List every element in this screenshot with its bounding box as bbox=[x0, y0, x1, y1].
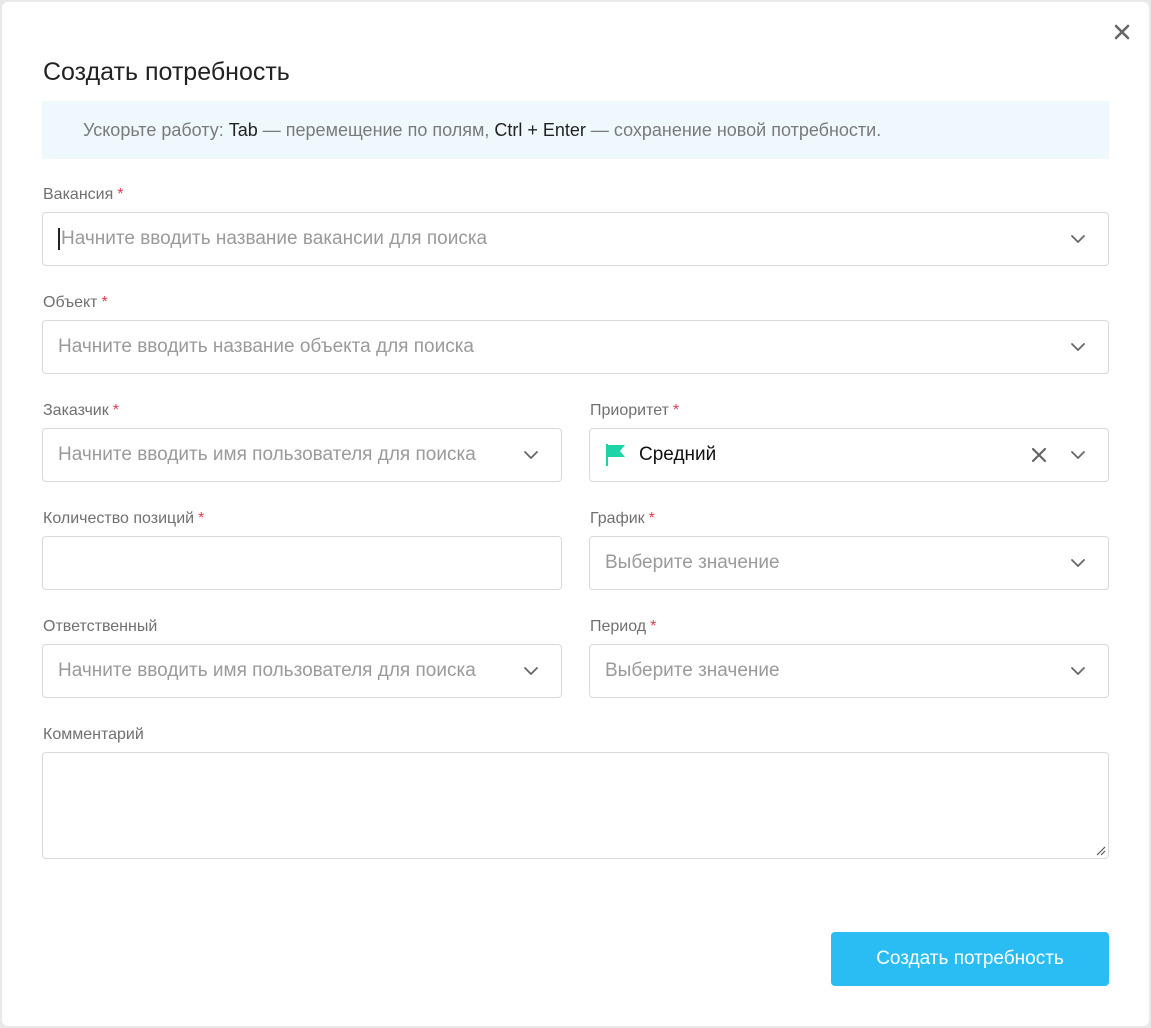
priority-value: Средний bbox=[639, 444, 717, 465]
positions-count-input[interactable] bbox=[42, 536, 562, 590]
object-label-text: Объект bbox=[43, 294, 98, 311]
customer-label-text: Заказчик bbox=[43, 402, 109, 419]
schedule-placeholder: Выберите значение bbox=[605, 552, 780, 573]
hint-key-tab: Tab bbox=[228, 119, 258, 140]
text-cursor bbox=[58, 228, 60, 250]
create-need-dialog: Создать потребность Ускорьте работу: Tab… bbox=[2, 2, 1149, 1026]
vacancy-select[interactable]: Начните вводить название вакансии для по… bbox=[42, 212, 1109, 266]
flag-icon bbox=[606, 444, 625, 466]
object-placeholder: Начните вводить название объекта для пои… bbox=[58, 336, 474, 357]
schedule-label: График * bbox=[590, 510, 655, 528]
responsible-placeholder: Начните вводить имя пользователя для пои… bbox=[58, 660, 476, 681]
required-mark: * bbox=[101, 294, 108, 311]
priority-label-text: Приоритет bbox=[590, 402, 669, 419]
required-mark: * bbox=[672, 402, 680, 419]
resize-handle-icon[interactable] bbox=[1094, 844, 1106, 856]
hint-middle: — перемещение по полям, bbox=[257, 119, 495, 140]
chevron-down-icon[interactable] bbox=[1070, 663, 1086, 679]
dialog-title: Создать потребность bbox=[43, 58, 290, 86]
object-select[interactable]: Начните вводить название объекта для пои… bbox=[42, 320, 1109, 374]
responsible-label: Ответственный bbox=[43, 618, 157, 636]
schedule-select[interactable]: Выберите значение bbox=[589, 536, 1109, 590]
required-mark: * bbox=[198, 510, 205, 527]
vacancy-placeholder: Начните вводить название вакансии для по… bbox=[61, 228, 488, 249]
comment-label-text: Комментарий bbox=[43, 726, 144, 743]
positions-count-label-text: Количество позиций bbox=[43, 510, 195, 527]
hint-key-ctrl-enter: Ctrl + Enter bbox=[494, 119, 586, 140]
period-label: Период * bbox=[590, 618, 656, 636]
required-mark: * bbox=[650, 618, 657, 635]
chevron-down-icon[interactable] bbox=[1070, 555, 1086, 571]
required-mark: * bbox=[112, 402, 119, 419]
priority-label: Приоритет * bbox=[590, 402, 679, 420]
chevron-down-icon[interactable] bbox=[523, 447, 539, 463]
responsible-label-text: Ответственный bbox=[43, 618, 158, 635]
vacancy-label: Вакансия * bbox=[43, 186, 124, 204]
chevron-down-icon[interactable] bbox=[1070, 231, 1086, 247]
priority-select[interactable]: Средний bbox=[589, 428, 1109, 482]
positions-count-label: Количество позиций * bbox=[43, 510, 204, 528]
create-need-button[interactable]: Создать потребность bbox=[831, 932, 1109, 986]
chevron-down-icon[interactable] bbox=[1070, 447, 1086, 463]
comment-textarea[interactable] bbox=[42, 752, 1109, 859]
period-select[interactable]: Выберите значение bbox=[589, 644, 1109, 698]
shortcut-hint: Ускорьте работу: Tab — перемещение по по… bbox=[42, 101, 1109, 159]
period-placeholder: Выберите значение bbox=[605, 660, 780, 681]
clear-icon[interactable] bbox=[1030, 446, 1048, 464]
customer-label: Заказчик * bbox=[43, 402, 119, 420]
comment-label: Комментарий bbox=[43, 726, 144, 744]
customer-placeholder: Начните вводить имя пользователя для пои… bbox=[58, 444, 476, 465]
close-icon[interactable] bbox=[1110, 20, 1134, 44]
vacancy-label-text: Вакансия bbox=[43, 186, 114, 203]
period-label-text: Период bbox=[590, 618, 647, 635]
object-label: Объект * bbox=[43, 294, 108, 312]
required-mark: * bbox=[648, 510, 655, 527]
chevron-down-icon[interactable] bbox=[1070, 339, 1086, 355]
hint-suffix: — сохранение новой потребности. bbox=[585, 119, 882, 140]
hint-prefix: Ускорьте работу: bbox=[83, 119, 229, 140]
chevron-down-icon[interactable] bbox=[523, 663, 539, 679]
schedule-label-text: График bbox=[590, 510, 645, 527]
responsible-select[interactable]: Начните вводить имя пользователя для пои… bbox=[42, 644, 562, 698]
required-mark: * bbox=[117, 186, 124, 203]
customer-select[interactable]: Начните вводить имя пользователя для пои… bbox=[42, 428, 562, 482]
